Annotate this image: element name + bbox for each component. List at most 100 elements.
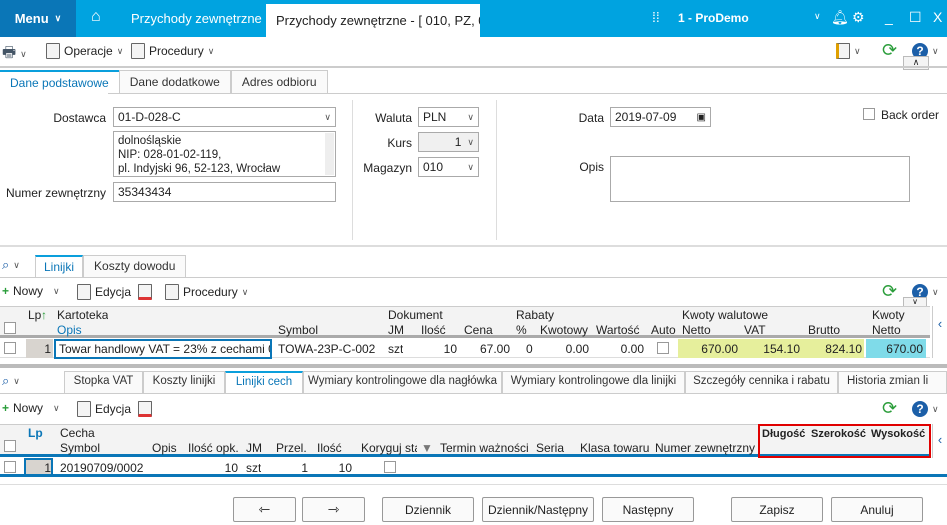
tab-dane-dodatkowe[interactable]: Dane dodatkowe xyxy=(118,70,231,93)
numer-input[interactable]: 35343434 xyxy=(113,182,336,202)
row-auto-checkbox[interactable] xyxy=(657,342,669,354)
col-ilosc-opk[interactable]: Ilość opk. xyxy=(188,441,239,455)
operacje-button[interactable]: Operacje ∨ xyxy=(46,43,123,59)
gear-icon[interactable]: ⚙ xyxy=(852,9,865,26)
select-all-checkbox[interactable] xyxy=(4,322,16,334)
refresh-icon[interactable]: ⟳ xyxy=(882,398,897,419)
kurs-select[interactable]: 1 ∨ xyxy=(418,132,479,152)
procedury-button[interactable]: Procedury ∨ xyxy=(131,43,214,59)
col-numer-zewnetrzny[interactable]: Numer zewnętrzny xyxy=(655,441,755,455)
back-order-checkbox[interactable] xyxy=(863,108,875,120)
dostawca-select[interactable]: 01-D-028-C ∨ xyxy=(113,107,336,127)
tab-wymiary-linijki[interactable]: Wymiary kontrolingowe dla linijki xyxy=(502,371,685,393)
row-checkbox[interactable] xyxy=(4,342,16,354)
col-klasa[interactable]: Klasa towaru xyxy=(580,441,649,455)
tab-linijki[interactable]: Linijki xyxy=(35,255,84,277)
previous-button[interactable]: ⇽ xyxy=(233,497,296,522)
next-arrow-button[interactable]: ⇾ xyxy=(302,497,365,522)
dziennik-button[interactable]: Dziennik xyxy=(382,497,474,522)
side-panel-toggle-icon[interactable]: ‹ xyxy=(932,306,947,358)
data-input[interactable]: 2019-07-09 ▣ xyxy=(610,107,711,127)
tab-wymiary-naglowka[interactable]: Wymiary kontrolingowe dla nagłówka xyxy=(303,371,502,393)
tab-szczegoly-cennika[interactable]: Szczegóły cennika i rabatu xyxy=(685,371,838,393)
col-lp[interactable]: Lp xyxy=(28,426,43,440)
tab-adres-odbioru[interactable]: Adres odbioru xyxy=(230,70,328,93)
col-opis[interactable]: Opis xyxy=(152,441,177,455)
procedury-button[interactable]: Procedury ∨ xyxy=(165,284,248,300)
row-koryguj-checkbox[interactable] xyxy=(384,461,396,473)
scrollbar[interactable] xyxy=(325,133,334,175)
apps-grid-icon[interactable]: ⁞⁞ xyxy=(652,9,660,25)
zapisz-button[interactable]: Zapisz xyxy=(731,497,823,522)
home-icon[interactable]: ⌂ xyxy=(91,8,101,26)
print-button[interactable]: 🖶 ∨ xyxy=(2,42,27,67)
col-koryguj[interactable]: Koryguj star xyxy=(361,441,417,455)
tab-koszty-linijki[interactable]: Koszty linijki xyxy=(143,371,225,393)
col-wysokosc[interactable]: Wysokość xyxy=(871,428,925,440)
col-symbol[interactable]: Symbol xyxy=(278,323,318,337)
delete-button[interactable] xyxy=(138,401,152,417)
menu-button[interactable]: Menu ∨ xyxy=(0,0,76,37)
help-button[interactable]: ? ∨ xyxy=(912,401,939,417)
magazyn-select[interactable]: 010 ∨ xyxy=(418,157,479,177)
anuluj-button[interactable]: Anuluj xyxy=(831,497,923,522)
col-szerokosc[interactable]: Szerokość xyxy=(811,428,866,440)
bell-icon[interactable]: 🔔︎ xyxy=(831,9,849,26)
settings-list-button[interactable]: ∨ xyxy=(836,43,861,59)
tab-koszty-dowodu[interactable]: Koszty dowodu xyxy=(83,255,187,277)
tab-linijki-cech[interactable]: Linijki cech xyxy=(225,371,303,393)
col-ilosc[interactable]: Ilość xyxy=(421,323,446,337)
tab-przychody-document[interactable]: Przychody zewnętrzne - [ 010, PZ, 0 xyxy=(266,4,480,37)
col-brutto[interactable]: Brutto xyxy=(808,323,840,337)
view-button[interactable]: ⌕ ∨ xyxy=(2,257,20,273)
col-vat[interactable]: VAT xyxy=(744,323,766,337)
col-auto[interactable]: Auto xyxy=(651,323,676,337)
nowy-button[interactable]: + Nowy ∨ xyxy=(2,284,60,298)
refresh-icon[interactable]: ⟳ xyxy=(882,281,897,302)
col-dlugosc[interactable]: Długość xyxy=(762,428,805,440)
edycja-label: Edycja xyxy=(95,285,132,299)
col-seria[interactable]: Seria xyxy=(536,441,564,455)
edycja-button[interactable]: Edycja xyxy=(77,284,131,300)
col-termin[interactable]: Termin ważności xyxy=(440,441,529,455)
row-opis[interactable]: Towar handlowy VAT = 23% z cechami 002 xyxy=(54,339,272,359)
company-selector[interactable]: 1 - ProDemo xyxy=(678,11,749,25)
tab-przychody-list[interactable]: Przychody zewnętrzne xyxy=(131,0,262,37)
col-procent[interactable]: % xyxy=(516,323,527,337)
col-ilosc[interactable]: Ilość xyxy=(317,441,342,455)
filter-icon[interactable]: ▼ xyxy=(421,441,433,455)
col-netto-pln[interactable]: Netto xyxy=(872,323,901,337)
col-netto[interactable]: Netto xyxy=(682,323,711,337)
select-all-checkbox[interactable] xyxy=(4,440,16,452)
col-jm[interactable]: JM xyxy=(388,323,404,337)
view-button[interactable]: ⌕ ∨ xyxy=(2,373,20,389)
col-jm[interactable]: JM xyxy=(246,441,262,455)
edycja-button[interactable]: Edycja xyxy=(77,401,131,417)
delete-button[interactable] xyxy=(138,284,152,300)
splitter[interactable] xyxy=(0,364,947,368)
nowy-button[interactable]: + Nowy ∨ xyxy=(2,401,60,415)
row-checkbox[interactable] xyxy=(4,461,16,473)
col-wartosc[interactable]: Wartość xyxy=(596,323,640,337)
minimize-icon[interactable]: _ xyxy=(885,9,893,25)
waluta-select[interactable]: PLN ∨ xyxy=(418,107,479,127)
close-icon[interactable]: X xyxy=(933,9,942,25)
col-lp[interactable]: Lp xyxy=(28,308,41,322)
nastepny-button[interactable]: Następny xyxy=(602,497,694,522)
address-box[interactable]: dolnośląskie NIP: 028-01-02-119, pl. Ind… xyxy=(113,131,336,177)
tab-stopka-vat[interactable]: Stopka VAT xyxy=(64,371,143,393)
refresh-icon[interactable]: ⟳ xyxy=(882,40,897,61)
col-przel[interactable]: Przel. xyxy=(276,441,307,455)
chevron-down-icon[interactable]: ∨ xyxy=(814,11,821,22)
side-panel-toggle-icon[interactable]: ‹ xyxy=(932,424,947,458)
opis-textarea[interactable] xyxy=(610,156,910,202)
dziennik-nastepny-button[interactable]: Dziennik/Następny xyxy=(482,497,594,522)
col-opis[interactable]: Opis xyxy=(57,323,82,337)
col-kwotowy[interactable]: Kwotowy xyxy=(540,323,588,337)
calendar-icon[interactable]: ▣ xyxy=(697,112,706,123)
col-symbol[interactable]: Symbol xyxy=(60,441,100,455)
maximize-icon[interactable]: ☐ xyxy=(909,9,922,26)
tab-dane-podstawowe[interactable]: Dane podstawowe xyxy=(0,70,119,93)
col-cena[interactable]: Cena xyxy=(464,323,493,337)
tab-historia-zmian[interactable]: Historia zmian li xyxy=(838,371,947,393)
